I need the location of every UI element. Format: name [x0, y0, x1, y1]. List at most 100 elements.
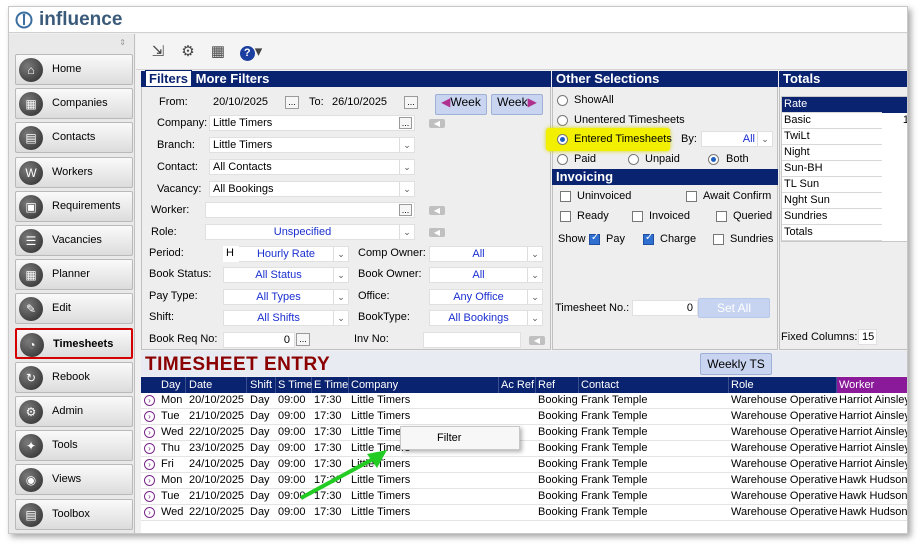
sidebar-item-companies[interactable]: ▦ Companies — [15, 88, 133, 120]
to-date-field[interactable]: 26/10/2025 — [329, 95, 409, 111]
grid-header-date[interactable]: Date — [187, 377, 247, 393]
sidebar-item-views[interactable]: ◉ Views — [15, 464, 133, 496]
sidebar-item-edit[interactable]: ✎ Edit — [15, 293, 133, 325]
ready-checkbox[interactable] — [560, 211, 571, 222]
sidebar-item-admin[interactable]: ⚙ Admin — [15, 396, 133, 427]
sidebar-item-home[interactable]: ⌂ Home — [15, 54, 133, 85]
row-open-icon[interactable]: › — [144, 395, 155, 406]
unpaid-radio[interactable] — [628, 154, 639, 165]
by-select[interactable]: All ⌄ — [701, 131, 773, 147]
sidebar-item-requirements[interactable]: ▣ Requirements — [15, 190, 133, 222]
paid-radio[interactable] — [557, 154, 568, 165]
table-row[interactable]: › Wed 22/10/2025 Day 09:00 17:30 Little Timers… — [141, 425, 907, 441]
sidebar-item-contacts[interactable]: ▤ Contacts — [15, 122, 133, 154]
table-row[interactable]: › Tue 21/10/2025 Day 09:00 17:30 Little Timers… — [141, 409, 908, 425]
grid-header-e-time[interactable]: E Time — [312, 377, 349, 393]
pay-checkbox[interactable] — [589, 232, 600, 245]
table-row[interactable]: › Fri 24/10/2025 Day 09:00 17:30 Little Timers… — [141, 457, 907, 473]
sidebar-item-workers[interactable]: W Workers — [15, 156, 133, 188]
await-confirm-checkbox[interactable] — [686, 191, 697, 202]
sidebar-item-tools[interactable]: ✦ Tools — [15, 430, 133, 462]
sidebar-item-vacancies[interactable]: ☰ Vacancies — [15, 225, 133, 256]
grid-header-shift[interactable]: Shift — [248, 377, 276, 393]
period-select[interactable]: Hourly Rate ⌄ — [239, 246, 349, 262]
show-all-radio[interactable] — [557, 95, 568, 106]
book-status-select[interactable]: All Status ⌄ — [223, 267, 349, 283]
row-open-icon[interactable]: › — [144, 411, 155, 422]
company-clear-arrow-icon[interactable]: ◀ — [429, 119, 445, 128]
company-field[interactable]: Little Timers... — [209, 115, 415, 131]
tab-filters[interactable]: Filters — [145, 70, 193, 87]
book-req-no-field[interactable]: 0 — [223, 332, 295, 348]
grid-header-contact[interactable]: Contact — [579, 377, 729, 393]
chevron-down-icon: ⌄ — [527, 290, 542, 304]
table-row[interactable]: › Mon 20/10/2025 Day 09:00 17:30 Little Timers… — [141, 393, 907, 409]
booktype-select[interactable]: All Bookings ⌄ — [429, 310, 543, 326]
shift-select[interactable]: All Shifts ⌄ — [223, 310, 349, 326]
table-row[interactable]: › Mon 20/10/2025 Day 09:00 17:30 Little Timers… — [141, 473, 908, 489]
grid-header-company[interactable]: Company — [349, 377, 499, 393]
sidebar-item-timesheets[interactable]: ◔ Timesheets — [15, 327, 133, 359]
invoiced-checkbox[interactable] — [632, 211, 643, 222]
settings-gear-icon[interactable]: ⚙ — [178, 42, 198, 62]
grid-header-s-time[interactable]: S Time — [276, 377, 312, 393]
calculator-icon[interactable]: ▦ — [208, 42, 228, 62]
comp-owner-select[interactable]: All ⌄ — [429, 246, 543, 262]
help-dropdown-icon[interactable]: ? ▾ — [238, 42, 264, 62]
totals-row-tl-sun: TL Sun — [782, 177, 882, 193]
sidebar-item-planner[interactable]: ▦ Planner — [15, 259, 133, 291]
sundries-checkbox[interactable] — [713, 234, 724, 245]
unentered-timesheets-radio[interactable] — [557, 115, 568, 126]
next-week-button[interactable]: Week▶ — [491, 94, 543, 115]
table-cell: Hawk Hudson — [839, 474, 908, 486]
table-cell: Harriot Ainsley — [839, 410, 908, 422]
grid-header-role[interactable]: Role — [729, 377, 837, 393]
row-open-icon[interactable]: › — [144, 475, 155, 486]
period-label: Period: — [149, 247, 184, 259]
table-row[interactable]: › Thu 23/10/2025 Day 09:00 17:30 Little Timers… — [141, 441, 907, 457]
inv-no-field[interactable] — [423, 332, 521, 348]
office-select[interactable]: Any Office ⌄ — [429, 289, 543, 305]
export-icon[interactable]: ⇲ — [148, 42, 168, 62]
both-radio[interactable] — [708, 154, 719, 165]
row-open-icon[interactable]: › — [144, 507, 155, 518]
sidebar-item-toolbox[interactable]: ▤ Toolbox — [15, 498, 133, 530]
timesheet-no-field[interactable]: 0 — [632, 300, 698, 316]
inv-no-clear-arrow-icon[interactable]: ◀ — [529, 336, 545, 345]
row-open-icon[interactable]: › — [144, 459, 155, 470]
role-clear-arrow-icon[interactable]: ◀ — [429, 228, 445, 237]
to-date-picker-button[interactable]: ... — [404, 96, 418, 109]
worker-clear-arrow-icon[interactable]: ◀ — [429, 206, 445, 215]
sidebar-item-rebook[interactable]: ↻ Rebook — [15, 361, 133, 393]
row-open-icon[interactable]: › — [144, 427, 155, 438]
table-cell: Day — [250, 506, 270, 518]
queried-checkbox[interactable] — [716, 211, 727, 222]
fixed-columns-field[interactable]: 15 — [858, 329, 877, 345]
grid-header-ac-ref[interactable]: Ac Ref — [499, 377, 536, 393]
worker-field[interactable]: ... — [205, 202, 415, 218]
grid-header-worker[interactable]: Worker — [837, 377, 907, 393]
weekly-ts-button[interactable]: Weekly TS — [700, 353, 772, 375]
grid-header-ref[interactable]: Ref — [536, 377, 579, 393]
set-all-button[interactable]: Set All — [698, 298, 770, 318]
tab-more-filters[interactable]: More Filters — [196, 71, 270, 86]
grid-header-day[interactable]: Day — [159, 377, 186, 393]
row-open-icon[interactable]: › — [144, 491, 155, 502]
previous-week-button[interactable]: ◀Week — [435, 94, 487, 115]
role-select[interactable]: Unspecified ⌄ — [205, 224, 415, 240]
from-date-picker-button[interactable]: ... — [285, 96, 299, 109]
table-row[interactable]: › Tue 21/10/2025 Day 09:00 17:30 Little Timers… — [141, 489, 907, 505]
table-row[interactable]: › Wed 22/10/2025 Day 09:00 17:30 Little Timers… — [141, 505, 907, 521]
row-open-icon[interactable]: › — [144, 443, 155, 454]
entered-timesheets-radio[interactable] — [557, 134, 568, 145]
book-owner-select[interactable]: All ⌄ — [429, 267, 543, 283]
pay-type-select[interactable]: All Types ⌄ — [223, 289, 349, 305]
uninvoiced-checkbox[interactable] — [560, 191, 571, 202]
charge-checkbox[interactable] — [643, 232, 654, 245]
context-menu-filter-item[interactable]: Filter — [437, 432, 461, 444]
contact-select[interactable]: All Contacts ⌄ — [209, 159, 415, 175]
book-req-picker-button[interactable]: ... — [296, 333, 310, 346]
sidebar-grip[interactable]: ⇕ — [9, 38, 134, 48]
vacancy-select[interactable]: All Bookings ⌄ — [209, 181, 415, 197]
branch-select[interactable]: Little Timers ⌄ — [209, 137, 415, 153]
